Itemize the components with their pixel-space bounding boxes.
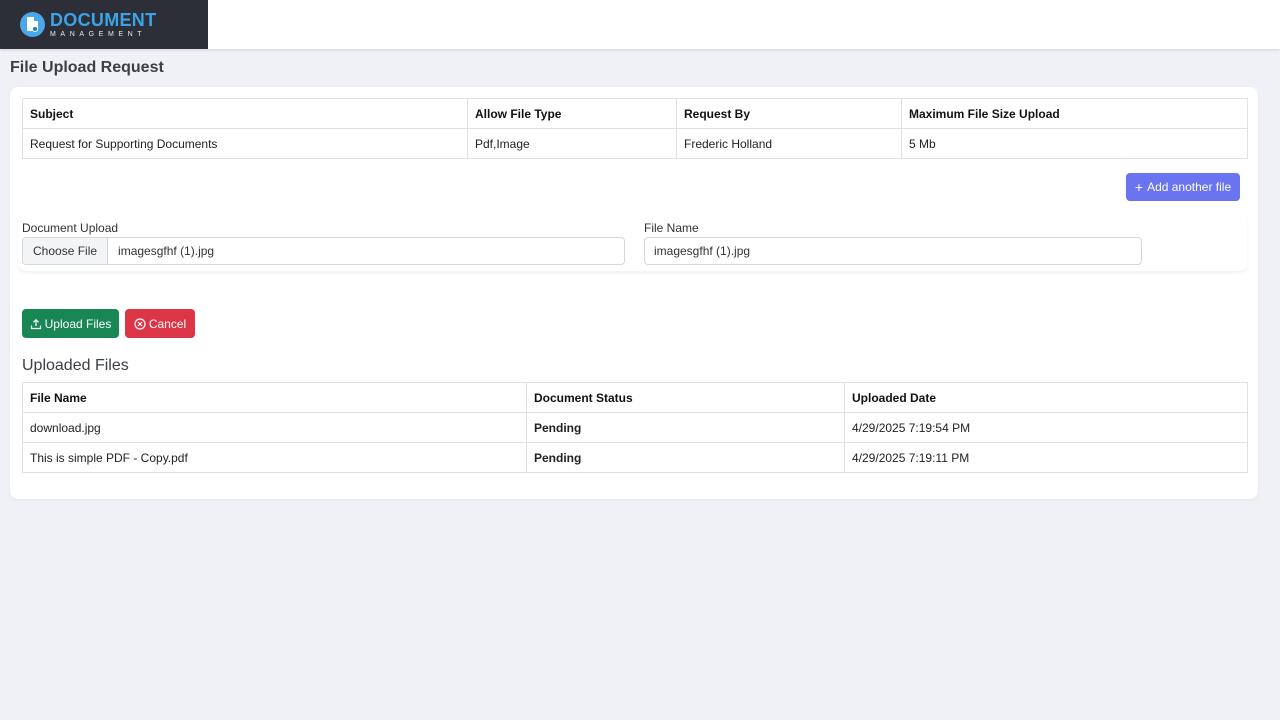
cell-allow-file-type: Pdf,Image: [467, 128, 677, 159]
file-name-label: File Name: [644, 221, 699, 235]
request-details-table: Subject Allow File Type Request By Maxim…: [22, 98, 1248, 159]
table-row: Request for Supporting Documents Pdf,Ima…: [22, 128, 1248, 159]
choose-file-button[interactable]: Choose File: [23, 238, 109, 264]
header-request-by: Request By: [676, 98, 902, 129]
brand-subtitle: MANAGEMENT: [50, 31, 147, 38]
cancel-button[interactable]: Cancel: [125, 309, 195, 338]
header-subject: Subject: [22, 98, 468, 129]
table-header-row: File Name Document Status Uploaded Date: [22, 382, 1248, 413]
cell-uploaded-date: 4/29/2025 7:19:11 PM: [844, 442, 1248, 473]
add-another-file-button[interactable]: + Add another file: [1126, 173, 1240, 201]
cell-max-file-size: 5 Mb: [901, 128, 1248, 159]
cancel-circle-icon: [134, 317, 146, 330]
status-badge: Pending: [526, 442, 845, 473]
table-row: This is simple PDF - Copy.pdf Pending 4/…: [22, 442, 1248, 473]
cell-file-name: download.jpg: [22, 412, 527, 443]
upload-request-card: Subject Allow File Type Request By Maxim…: [10, 87, 1258, 499]
upload-files-label: Upload Files: [44, 316, 112, 331]
cell-subject: Request for Supporting Documents: [22, 128, 468, 159]
table-header-row: Subject Allow File Type Request By Maxim…: [22, 98, 1248, 129]
plus-icon: +: [1134, 179, 1144, 195]
header-document-status: Document Status: [526, 382, 845, 413]
brand-logo-area[interactable]: DOCUMENT MANAGEMENT: [0, 0, 208, 49]
brand-text: DOCUMENT MANAGEMENT: [50, 11, 156, 38]
document-upload-label: Document Upload: [22, 221, 119, 235]
add-another-file-label: Add another file: [1147, 180, 1232, 194]
cancel-label: Cancel: [148, 316, 187, 331]
brand-title: DOCUMENT: [50, 10, 157, 30]
file-name-input[interactable]: [644, 237, 1142, 265]
cell-file-name: This is simple PDF - Copy.pdf: [22, 442, 527, 473]
file-upload-row: Document Upload Choose File imagesgfhf (…: [18, 214, 1247, 271]
cell-request-by: Frederic Holland: [676, 128, 902, 159]
cell-uploaded-date: 4/29/2025 7:19:54 PM: [844, 412, 1248, 443]
upload-icon: [30, 318, 41, 329]
header-allow-file-type: Allow File Type: [467, 98, 677, 129]
chosen-file-name: imagesgfhf (1).jpg: [118, 244, 215, 258]
document-logo-icon: [20, 12, 45, 37]
status-badge: Pending: [526, 412, 845, 443]
uploaded-files-table: File Name Document Status Uploaded Date …: [22, 382, 1248, 473]
table-row: download.jpg Pending 4/29/2025 7:19:54 P…: [22, 412, 1248, 443]
page-title: File Upload Request: [10, 59, 164, 76]
header-uploaded-date: Uploaded Date: [844, 382, 1248, 413]
top-bar: DOCUMENT MANAGEMENT: [0, 0, 1280, 49]
header-file-name: File Name: [22, 382, 527, 413]
document-upload-input[interactable]: Choose File imagesgfhf (1).jpg: [22, 237, 625, 265]
header-max-file-size: Maximum File Size Upload: [901, 98, 1248, 129]
upload-files-button[interactable]: Upload Files: [22, 309, 119, 338]
uploaded-files-title: Uploaded Files: [22, 357, 129, 374]
